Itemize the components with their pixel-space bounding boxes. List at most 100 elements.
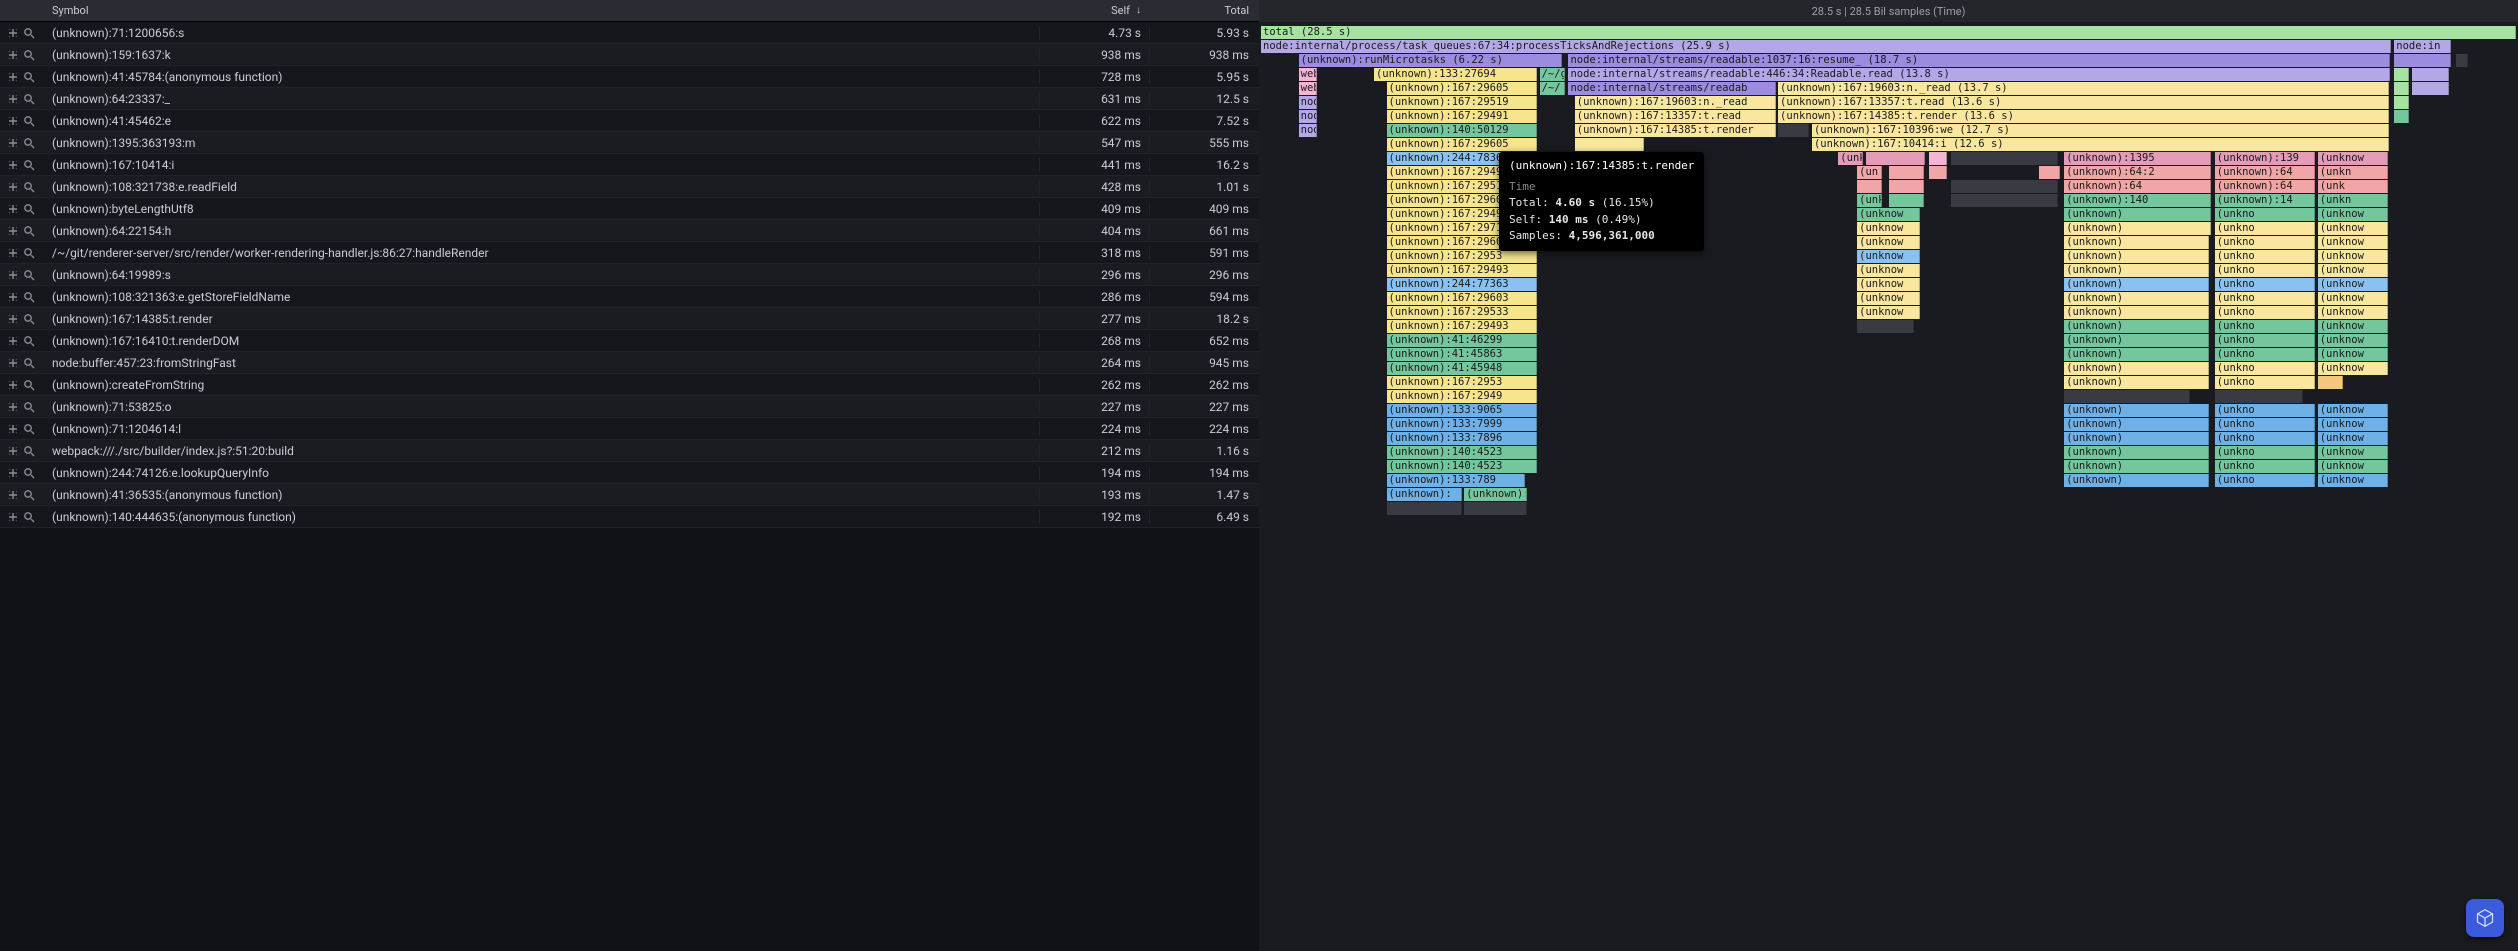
flame-bar[interactable]: (unknown):167:2949 bbox=[1387, 390, 1538, 403]
table-row[interactable]: (unknown):byteLengthUtf8 409 ms 409 ms bbox=[0, 198, 1259, 220]
table-row[interactable]: webpack:///./src/builder/index.js?:51:20… bbox=[0, 440, 1259, 462]
flame-bar[interactable]: (unknown):runMicrotasks (6.22 s) bbox=[1299, 54, 1563, 67]
flame-bar[interactable]: (unknown) bbox=[2064, 474, 2208, 487]
flame-bar[interactable] bbox=[1929, 166, 1948, 179]
flame-bar[interactable]: (unkno bbox=[2215, 236, 2315, 249]
search-icon[interactable] bbox=[22, 290, 36, 304]
expand-icon[interactable] bbox=[6, 202, 20, 216]
table-row[interactable]: (unknown):167:10414:i 441 ms 16.2 s bbox=[0, 154, 1259, 176]
flame-bar[interactable]: (unknown):167:13357:t.read (13.6 s) bbox=[1778, 96, 2389, 109]
search-icon[interactable] bbox=[22, 92, 36, 106]
flame-bar[interactable]: (unknow bbox=[1857, 278, 1920, 291]
flame-bar[interactable]: (unknown):244:78363 bbox=[1387, 152, 1538, 165]
table-row[interactable]: (unknown):64:19989:s 296 ms 296 ms bbox=[0, 264, 1259, 286]
flame-bar[interactable]: node bbox=[1299, 124, 1318, 137]
table-row[interactable]: (unknown):64:23337:_ 631 ms 12.5 s bbox=[0, 88, 1259, 110]
flame-bar[interactable]: (unknown):167:29605 bbox=[1387, 138, 1538, 151]
flame-bar[interactable] bbox=[1387, 502, 1462, 515]
flame-bar[interactable]: (unkn bbox=[1838, 152, 1863, 165]
flame-bar[interactable]: (unknown) bbox=[2064, 432, 2208, 445]
flame-bar[interactable]: (unknown) bbox=[2064, 320, 2208, 333]
flame-bar[interactable]: (unknow bbox=[1857, 222, 1920, 235]
flame-bar[interactable] bbox=[2394, 82, 2409, 95]
search-icon[interactable] bbox=[22, 444, 36, 458]
flame-bar[interactable]: (unknown):133:789 bbox=[1387, 474, 1525, 487]
flame-bar[interactable]: (unknown):133:27694 bbox=[1374, 68, 1537, 81]
expand-icon[interactable] bbox=[6, 158, 20, 172]
flame-bar[interactable]: (unknown) bbox=[2064, 208, 2211, 221]
flame-bar[interactable]: (unkno bbox=[2215, 208, 2315, 221]
search-icon[interactable] bbox=[22, 510, 36, 524]
flame-bar[interactable]: (unknown):167:29605 bbox=[1387, 82, 1538, 95]
flame-bar[interactable]: (unkno bbox=[2215, 362, 2315, 375]
flame-bar[interactable] bbox=[2394, 68, 2409, 81]
expand-icon[interactable] bbox=[6, 400, 20, 414]
flame-bar[interactable]: (unknow bbox=[2318, 348, 2388, 361]
flame-bar[interactable]: (unkno bbox=[2215, 418, 2315, 431]
flamegraph[interactable]: total (28.5 s) node:internal/process/tas… bbox=[1259, 22, 2518, 951]
flame-bar[interactable] bbox=[2064, 390, 2190, 403]
search-icon[interactable] bbox=[22, 48, 36, 62]
flame-bar[interactable]: webp bbox=[1299, 82, 1318, 95]
flame-bar[interactable]: node:internal/streams/readab bbox=[1568, 82, 1775, 95]
expand-icon[interactable] bbox=[6, 378, 20, 392]
flame-bar[interactable]: (unknown):167:29713 bbox=[1387, 222, 1538, 235]
search-icon[interactable] bbox=[22, 356, 36, 370]
flame-bar[interactable] bbox=[1866, 152, 1925, 165]
flame-bar[interactable]: (unknow bbox=[2318, 320, 2388, 333]
flame-bar[interactable]: (unkno bbox=[2215, 348, 2315, 361]
flame-bar[interactable]: (unknown) bbox=[2064, 446, 2208, 459]
search-icon[interactable] bbox=[22, 378, 36, 392]
flame-bar[interactable]: (unknow bbox=[2318, 292, 2388, 305]
table-row[interactable]: (unknown):108:321738:e.readField 428 ms … bbox=[0, 176, 1259, 198]
table-row[interactable]: (unknown):41:45462:e 622 ms 7.52 s bbox=[0, 110, 1259, 132]
expand-icon[interactable] bbox=[6, 444, 20, 458]
search-icon[interactable] bbox=[22, 422, 36, 436]
flame-bar[interactable] bbox=[1929, 152, 1948, 165]
flame-bar[interactable]: (unknow bbox=[2318, 278, 2388, 291]
flame-bar[interactable]: (unknown):41:45863 bbox=[1387, 348, 1538, 361]
flame-bar[interactable]: (unknown):140:50129 bbox=[1387, 124, 1538, 137]
flame-bar[interactable]: (unknown):64 bbox=[2215, 166, 2315, 179]
flame-bar[interactable]: node bbox=[1299, 110, 1318, 123]
flame-bar[interactable]: (unknown):64 bbox=[2064, 180, 2211, 193]
flame-bar[interactable]: node:in bbox=[2394, 40, 2450, 53]
flame-bar[interactable]: (unknown) bbox=[2064, 306, 2208, 319]
table-row[interactable]: (unknown):140:444635:(anonymous function… bbox=[0, 506, 1259, 528]
flame-bar[interactable]: (unkno bbox=[2215, 404, 2315, 417]
flame-bar[interactable]: (unknow bbox=[1857, 250, 1920, 263]
flame-bar[interactable] bbox=[1889, 180, 1924, 193]
search-icon[interactable] bbox=[22, 114, 36, 128]
flame-bar[interactable]: (unknow bbox=[2318, 152, 2388, 165]
flame-bar[interactable]: (unkno bbox=[2215, 264, 2315, 277]
flame-bar[interactable]: (unknown):167:29605 bbox=[1387, 194, 1538, 207]
expand-icon[interactable] bbox=[6, 466, 20, 480]
flame-bar[interactable]: (unkn bbox=[2318, 166, 2388, 179]
flame-bar[interactable]: (unknown): bbox=[1464, 488, 1527, 501]
flame-bar[interactable]: (unknown):64 bbox=[2215, 180, 2315, 193]
col-self[interactable]: Self ↓ bbox=[1039, 4, 1149, 17]
flame-bar[interactable]: (un bbox=[1857, 166, 1882, 179]
flame-bar[interactable]: (unknown):64:2 bbox=[2064, 166, 2211, 179]
flame-bar[interactable] bbox=[1464, 502, 1527, 515]
flame-bar[interactable]: (unknown):167:13357:t.read bbox=[1575, 110, 1776, 123]
flame-bar[interactable]: (unknow bbox=[2318, 236, 2388, 249]
table-row[interactable]: (unknown):71:1200656:s 4.73 s 5.93 s bbox=[0, 22, 1259, 44]
flame-bar[interactable]: (unknow bbox=[2318, 432, 2388, 445]
flame-bar[interactable]: /~/ bbox=[1540, 82, 1565, 95]
flame-bar[interactable]: (unknown) bbox=[2064, 404, 2208, 417]
expand-icon[interactable] bbox=[6, 510, 20, 524]
flame-bar[interactable]: (unknown) bbox=[2064, 264, 2208, 277]
flame-bar[interactable]: (unknown) bbox=[2064, 334, 2208, 347]
flame-bar[interactable]: (unknown):167:29491 bbox=[1387, 110, 1538, 123]
flame-bar[interactable] bbox=[2318, 376, 2343, 389]
flame-bar[interactable]: (unknown):167:19603:n._read (13.7 s) bbox=[1778, 82, 2389, 95]
flame-bar[interactable]: (unknown):167:29493 bbox=[1387, 264, 1538, 277]
table-row[interactable]: (unknown):108:321363:e.getStoreFieldName… bbox=[0, 286, 1259, 308]
expand-icon[interactable] bbox=[6, 136, 20, 150]
flame-bar[interactable]: (unknown): bbox=[1387, 488, 1462, 501]
expand-icon[interactable] bbox=[6, 92, 20, 106]
flame-bar[interactable] bbox=[2394, 96, 2409, 109]
flame-bar[interactable]: (unknow bbox=[1857, 292, 1920, 305]
flame-bar[interactable]: (unkno bbox=[2215, 376, 2315, 389]
